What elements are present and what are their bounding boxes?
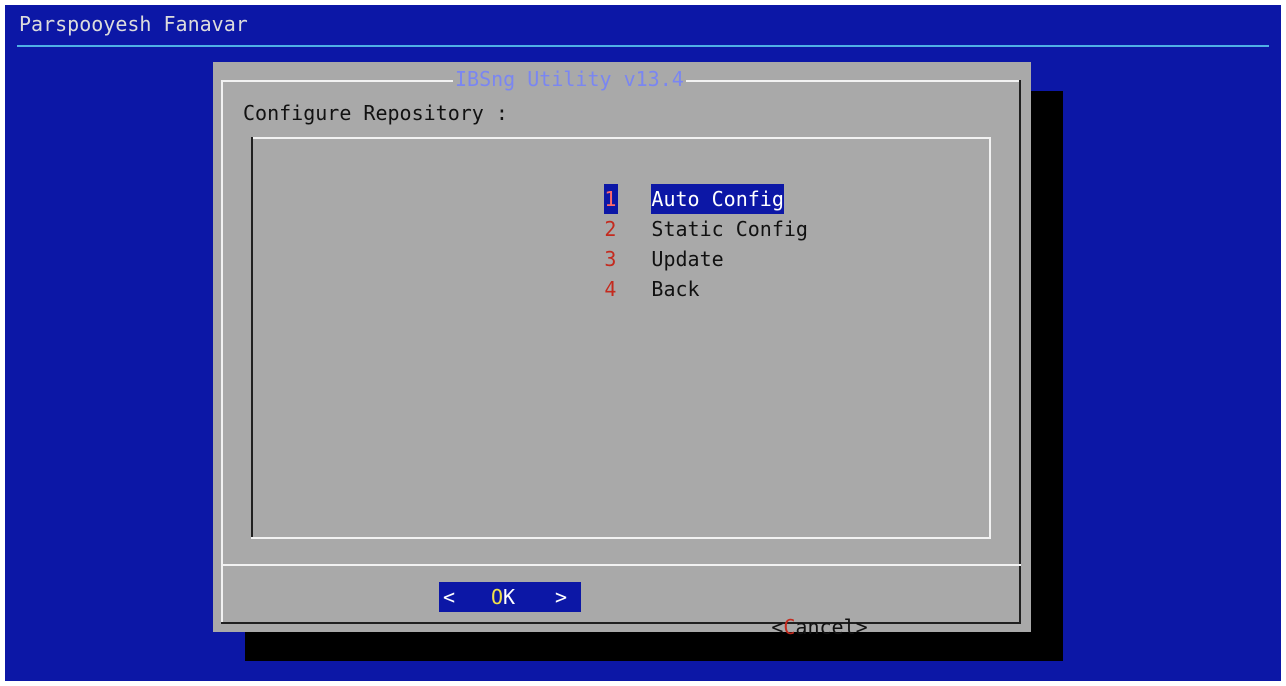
button-bar: < OK > <Cancel> — [213, 582, 1031, 639]
menu-box-border-top — [251, 137, 991, 139]
cancel-right-bracket: > — [855, 615, 868, 639]
menu-box-border-left — [251, 137, 253, 539]
cancel-left-bracket: < — [771, 615, 784, 639]
menu-box-border-bottom — [251, 537, 991, 539]
menu-item-static-config[interactable]: 2 Static Config — [484, 184, 808, 241]
ok-button[interactable]: < OK > — [439, 582, 581, 612]
menu-item-auto-config[interactable]: 1 Auto Config — [484, 154, 808, 214]
dialog-window: IBSng Utility v13.4 Configure Repository… — [213, 62, 1031, 639]
menu-item-update[interactable]: 3 Update — [484, 214, 808, 271]
ok-right-bracket: > — [555, 585, 568, 609]
backtitle: Parspooyesh Fanavar — [19, 12, 248, 36]
button-area-separator — [221, 564, 1021, 566]
ok-left-bracket: < — [443, 585, 456, 609]
dialog-frame-bottom — [221, 622, 1021, 624]
dialog-prompt: Configure Repository : — [243, 101, 508, 125]
dialog-frame-left — [221, 80, 223, 624]
backtitle-divider — [17, 45, 1269, 47]
menu-list: 1 Auto Config 2 Static Config 3 Update 4 Bac… — [484, 154, 808, 301]
cancel-hotkey: C — [783, 615, 796, 639]
ok-label-rest: K — [503, 585, 516, 609]
cancel-label-rest: ancel — [795, 615, 856, 639]
menu-box: 1 Auto Config 2 Static Config 3 Update 4 Bac… — [251, 137, 991, 539]
menu-box-border-right — [989, 137, 991, 539]
dialog-title: IBSng Utility v13.4 — [453, 67, 686, 91]
terminal-screen: Parspooyesh Fanavar IBSng Utility v13.4 … — [5, 5, 1281, 681]
cancel-button[interactable]: <Cancel> — [675, 582, 867, 639]
ok-hotkey: O — [491, 585, 504, 609]
menu-item-back[interactable]: 4 Back — [484, 244, 808, 301]
menu-item-label: Back — [651, 277, 700, 301]
dialog-frame-right — [1019, 80, 1021, 624]
menu-item-key: 4 — [604, 277, 617, 301]
